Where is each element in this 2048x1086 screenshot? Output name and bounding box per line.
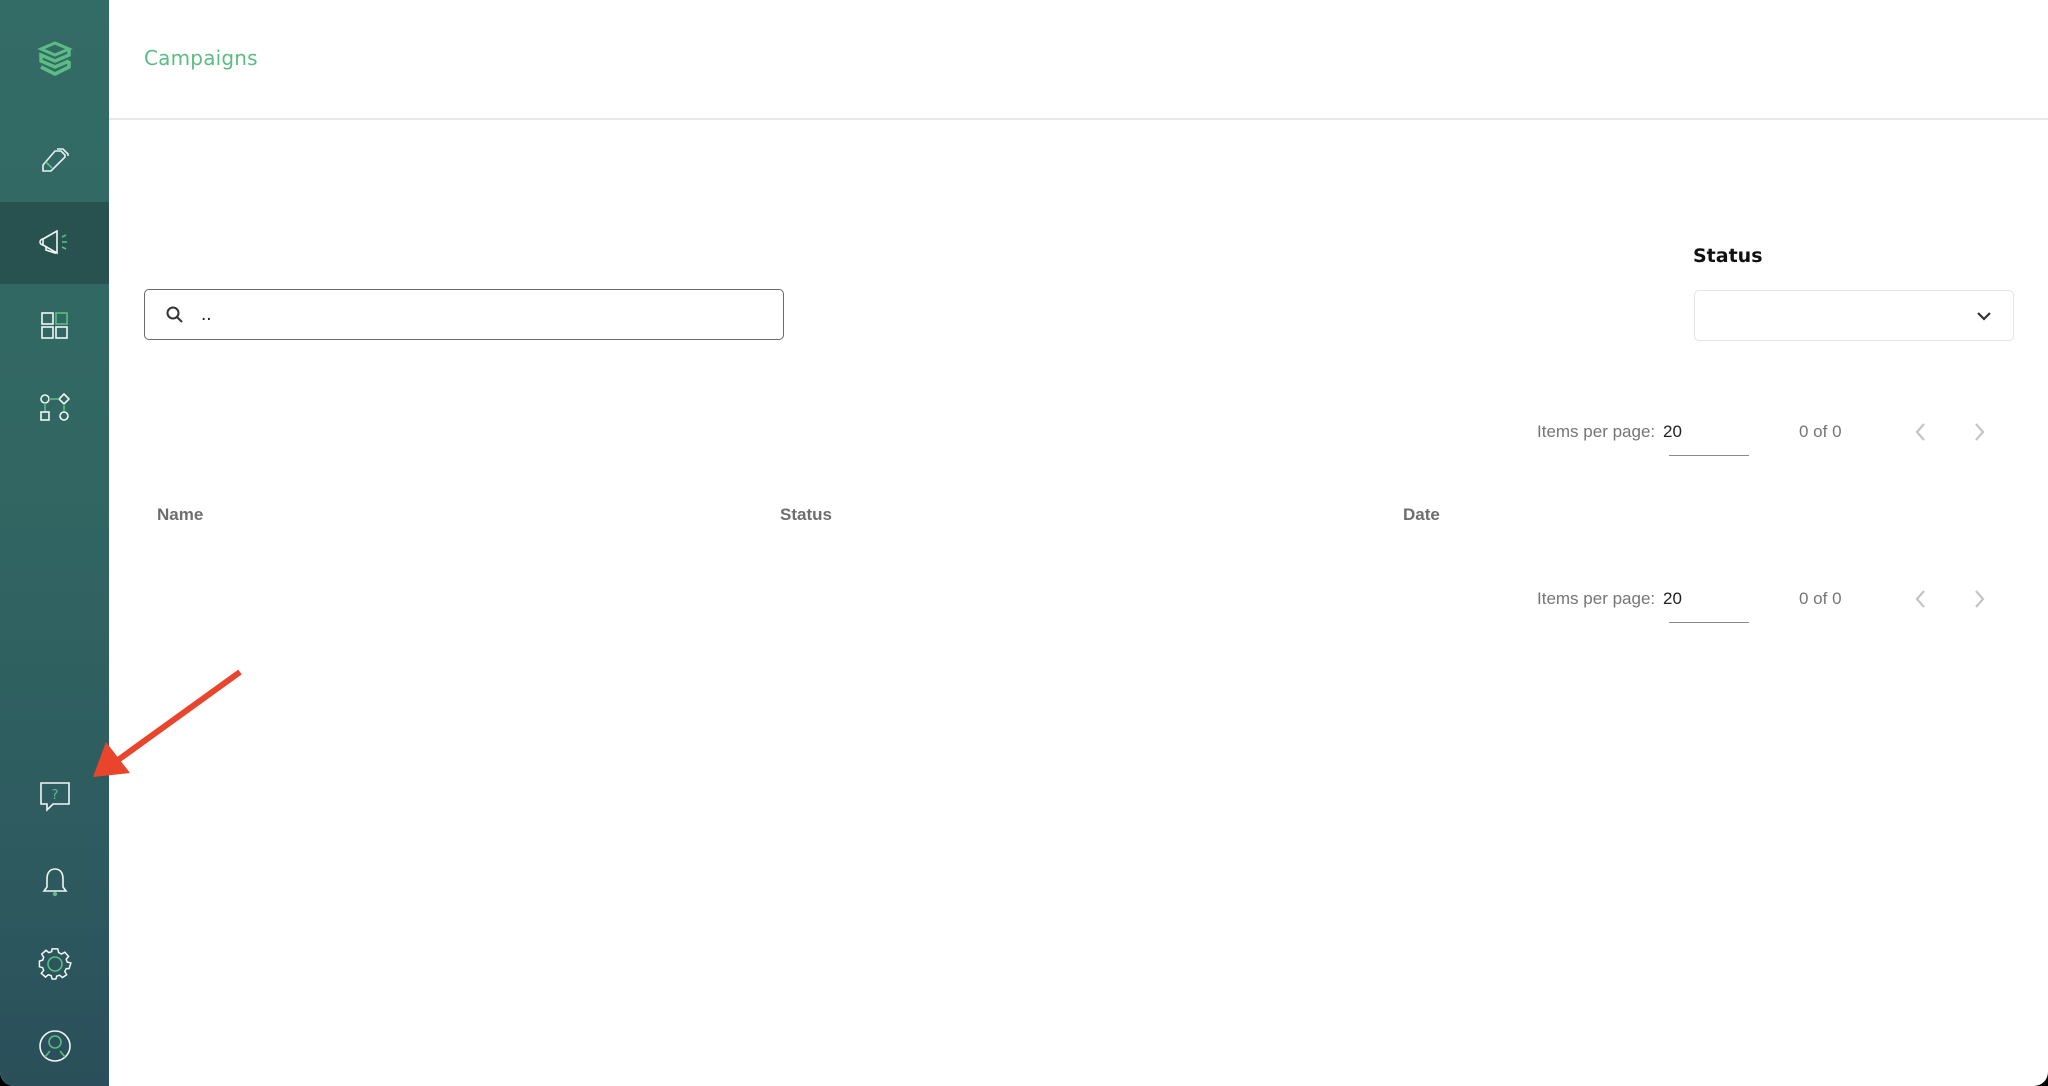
- items-per-page-select[interactable]: 20: [1663, 589, 1682, 609]
- svg-text:?: ?: [51, 788, 58, 803]
- paginator-bottom: Items per page: 20 0 of 0: [1537, 589, 2017, 649]
- search-input[interactable]: [201, 299, 761, 330]
- bell-icon: [41, 868, 68, 897]
- sidebar-item-workflows[interactable]: [0, 367, 109, 449]
- items-per-page-underline: [1669, 455, 1749, 456]
- column-header-status[interactable]: Status: [780, 505, 832, 525]
- previous-page-button[interactable]: [1907, 585, 1935, 613]
- sidebar-item-campaigns[interactable]: [0, 202, 109, 284]
- items-per-page-underline: [1669, 622, 1749, 623]
- chevron-down-icon: [1977, 312, 1991, 321]
- sidebar-item-help[interactable]: ?: [0, 756, 109, 838]
- app-window: ? Campaigns .. Status Items per page: 20…: [0, 0, 2048, 1086]
- megaphone-icon: [38, 229, 67, 255]
- page-range-label: 0 of 0: [1799, 422, 1842, 441]
- column-header-name[interactable]: Name: [157, 505, 203, 525]
- items-per-page-label: Items per page:: [1537, 422, 1656, 441]
- status-filter-label: Status: [1693, 245, 1763, 267]
- sidebar-item-notifications[interactable]: [0, 841, 109, 923]
- column-header-date[interactable]: Date: [1403, 505, 1440, 525]
- items-per-page-select[interactable]: 20: [1663, 422, 1682, 442]
- flow-shapes-icon: [39, 392, 70, 421]
- next-page-button[interactable]: [1965, 585, 1993, 613]
- user-circle-icon: [38, 1030, 71, 1062]
- sidebar-item-settings[interactable]: [0, 923, 109, 1005]
- app-logo[interactable]: [0, 18, 109, 100]
- previous-page-button[interactable]: [1907, 418, 1935, 446]
- sidebar-item-tag-edit[interactable]: [0, 120, 109, 202]
- help-chat-icon: ?: [39, 782, 70, 812]
- page-title: Campaigns: [144, 46, 258, 70]
- search-field[interactable]: [144, 289, 784, 340]
- paginator-top: Items per page: 20 0 of 0: [1537, 422, 2017, 482]
- search-icon: [166, 306, 183, 323]
- stacked-layers-logo-icon: [36, 41, 73, 76]
- sidebar-item-dashboard[interactable]: [0, 285, 109, 367]
- sidebar: ?: [0, 0, 109, 1086]
- pencil-tag-icon: [41, 148, 69, 172]
- table-header-row: Name Status Date: [157, 505, 2017, 529]
- page-range-label: 0 of 0: [1799, 589, 1842, 608]
- gear-icon: [38, 948, 72, 980]
- items-per-page-label: Items per page:: [1537, 589, 1656, 608]
- status-select[interactable]: [1694, 290, 2014, 341]
- grid-icon: [40, 312, 68, 339]
- next-page-button[interactable]: [1965, 418, 1993, 446]
- annotation-arrow-icon: [93, 669, 242, 777]
- sidebar-item-profile[interactable]: [0, 1005, 109, 1086]
- page-header: Campaigns: [109, 0, 2048, 120]
